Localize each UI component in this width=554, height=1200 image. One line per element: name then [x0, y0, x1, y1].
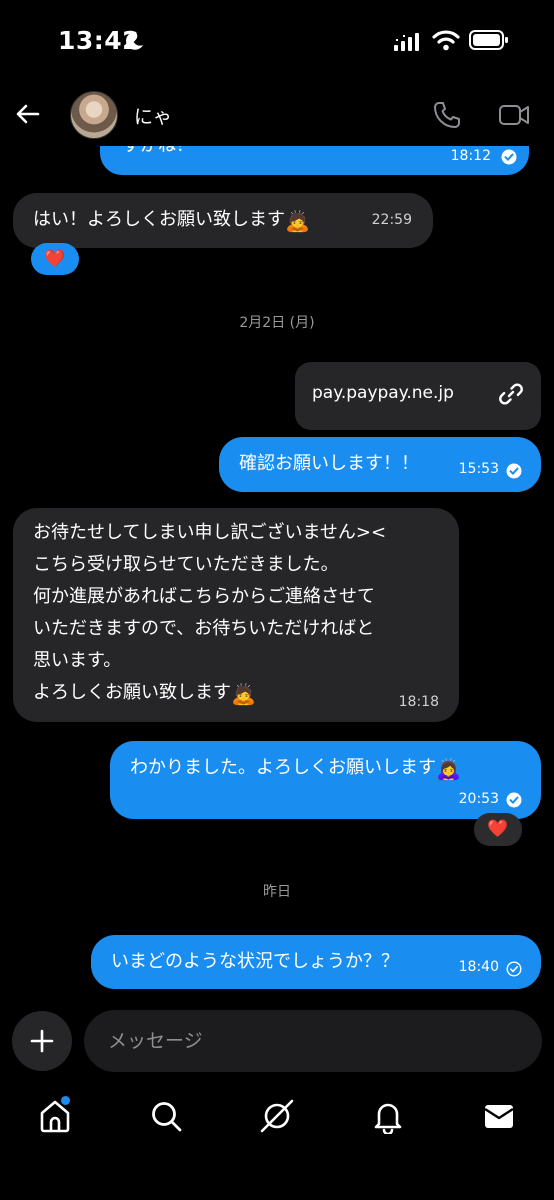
- chat-header: にゃ: [0, 84, 554, 146]
- dm-screen: 13:42 すかね？ 18:12: [0, 0, 554, 1200]
- message-text: はい！よろしくお願い致します🙇: [33, 204, 310, 237]
- signal-icon: [394, 33, 419, 51]
- message-sent[interactable]: いまどのような状況でしょうか？？ 18:40: [91, 935, 541, 989]
- message-time: 22:59: [371, 212, 412, 228]
- message-time: 18:40: [458, 959, 499, 975]
- message-sent[interactable]: 確認お願いします！！ 15:53: [219, 437, 541, 492]
- heart-reaction: ❤️: [487, 819, 509, 839]
- message-text: お待たせしてしまい申し訳ございません>< こちら受け取らせていただきました。 何…: [33, 517, 453, 710]
- date-separator: 昨日: [263, 884, 291, 900]
- bell-icon[interactable]: [370, 1098, 406, 1134]
- message-time: 15:53: [458, 461, 499, 477]
- message-received[interactable]: お待たせしてしまい申し訳ございません>< こちら受け取らせていただきました。 何…: [13, 508, 459, 722]
- bowing-emoji: 🙇: [285, 209, 310, 233]
- message-time: 18:12: [450, 148, 491, 164]
- bowing-emoji: 🙇: [231, 682, 256, 706]
- link-preview-card[interactable]: pay.paypay.ne.jp: [295, 362, 541, 430]
- link-url: pay.paypay.ne.jp: [312, 383, 454, 403]
- phone-icon[interactable]: [432, 100, 462, 130]
- add-attachment-button[interactable]: [12, 1011, 72, 1071]
- read-check-icon: [506, 792, 522, 808]
- bowing-woman-emoji: 🙇‍♀️: [436, 757, 461, 781]
- back-arrow-icon[interactable]: [14, 100, 42, 128]
- wifi-icon: [432, 30, 460, 51]
- message-input[interactable]: [84, 1010, 542, 1072]
- heart-reaction: ❤️: [44, 248, 66, 269]
- date-separator: 2月2日 (月): [239, 315, 315, 331]
- message-received[interactable]: はい！よろしくお願い致します🙇 22:59: [13, 193, 433, 248]
- notification-dot: [61, 1096, 70, 1105]
- contact-name[interactable]: にゃ: [134, 102, 172, 129]
- status-bar: 13:42: [0, 0, 554, 84]
- message-text: 確認お願いします！！: [239, 453, 419, 474]
- reaction-badge[interactable]: ❤️: [31, 243, 79, 275]
- reaction-badge[interactable]: ❤️: [474, 813, 522, 846]
- message-sent[interactable]: わかりました。よろしくお願いします🙇‍♀️ 20:53: [110, 741, 541, 819]
- message-time: 18:18: [398, 694, 439, 710]
- explore-icon[interactable]: [259, 1098, 295, 1134]
- battery-icon: [469, 30, 508, 50]
- read-check-icon: [506, 463, 522, 479]
- message-text: わかりました。よろしくお願いします🙇‍♀️: [130, 752, 461, 785]
- search-icon[interactable]: [148, 1098, 184, 1134]
- avatar[interactable]: [70, 91, 118, 139]
- message-time: 20:53: [458, 791, 499, 807]
- sent-check-icon: [506, 961, 522, 977]
- read-check-icon: [501, 149, 517, 165]
- link-icon: [499, 383, 523, 405]
- message-text: いまどのような状況でしょうか？？: [111, 951, 399, 972]
- plus-icon: [30, 1029, 54, 1053]
- inbox-icon[interactable]: [481, 1098, 517, 1134]
- video-icon[interactable]: [498, 101, 530, 129]
- moon-icon: [126, 31, 143, 50]
